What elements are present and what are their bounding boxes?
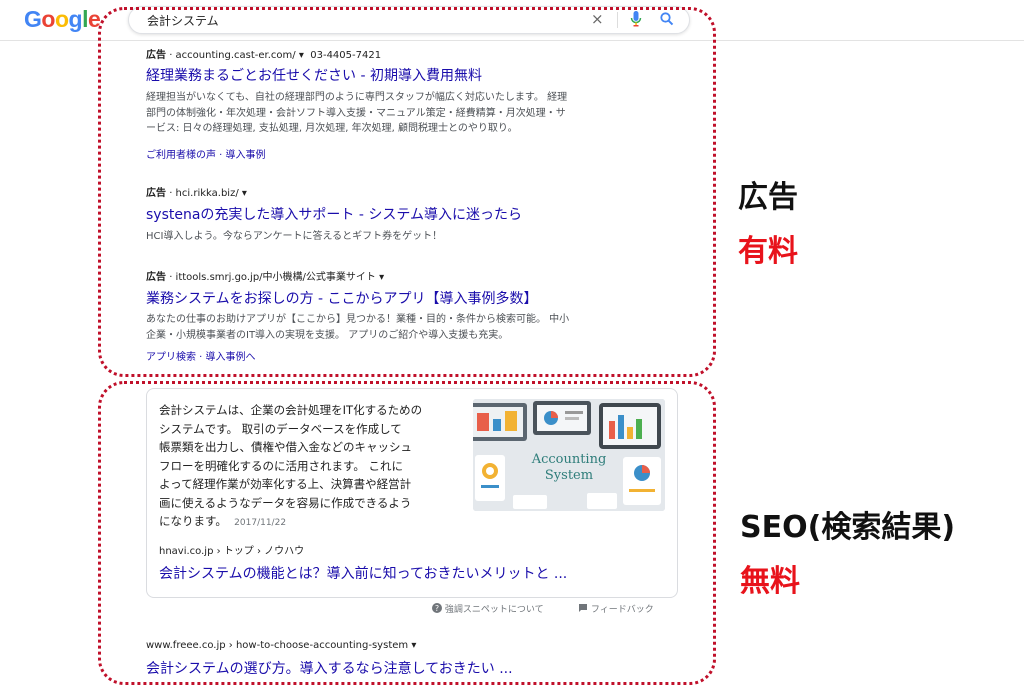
chevron-down-icon[interactable]: ▾	[379, 272, 384, 283]
ad-desc-line: 部門の体制強化・年次処理・会計ソフト導入支援・マニュアル策定・経費精算・月次処理…	[146, 107, 566, 119]
ad-title[interactable]: 経理業務まるごとお任せください - 初期導入費用無料	[146, 65, 482, 85]
chevron-down-icon[interactable]: ▾	[242, 188, 247, 199]
ad-badge: 広告	[146, 50, 166, 61]
google-logo[interactable]: Google	[24, 6, 101, 33]
feedback-icon	[578, 604, 591, 615]
ad-url[interactable]: · accounting.cast-er.com/	[169, 50, 295, 61]
ad-desc-line: HCI導入しよう。今ならアンケートに答えるとギフト券をゲット！	[146, 231, 443, 242]
svg-text:?: ?	[435, 604, 439, 613]
ad-desc-line: 経理担当がいなくても、自社の経理部門のように専門スタッフが幅広く対応いたします。…	[146, 92, 568, 103]
logo-letter: G	[24, 6, 42, 32]
image-caption-line2: System	[545, 468, 593, 483]
ad-desc-line: 企業・小規模事業者のIT導入の実現を支援。 アプリのご紹介や導入支援も充実。	[146, 329, 509, 341]
ad-url[interactable]: · ittools.smrj.go.jp/中小機構/公式事業サイト	[169, 272, 376, 283]
image-caption-line1: Accounting	[531, 452, 607, 467]
snippet-line: 帳票類を出力し、債権や借入金などのキャッシュ	[159, 440, 412, 454]
organic-breadcrumb[interactable]: www.freee.co.jp › how-to-choose-accounti…	[146, 640, 416, 651]
ad-title[interactable]: 業務システムをお探しの方 - ここからアプリ【導入事例多数】	[146, 288, 538, 308]
ad-desc-line: あなたの仕事のお助けアプリが【ここから】見つかる！業種・目的・条件から検索可能。…	[146, 314, 570, 325]
snippet-line: 画に使えるようなデータを容易に作成できるよう	[159, 495, 412, 510]
ad-description: 経理担当がいなくても、自社の経理部門のように専門スタッフが幅広く対応いたします。…	[146, 90, 636, 137]
ad-badge: 広告	[146, 272, 166, 283]
seo-price-label: 無料	[740, 564, 800, 599]
snippet-line: 会計システムは、企業の会計処理をIT化するための	[159, 403, 423, 417]
ad-meta: 広告 · ittools.smrj.go.jp/中小機構/公式事業サイト ▾	[146, 268, 384, 283]
snippet-line: よって経理作業が効率化する上、決算書や経営計	[159, 477, 412, 491]
organic-url[interactable]: www.freee.co.jp › how-to-choose-accounti…	[146, 640, 408, 651]
ad-sitelinks[interactable]: アプリ検索 · 導入事例へ	[146, 348, 256, 363]
seo-heading-label: SEO(検索結果)	[740, 510, 956, 545]
accounting-system-image[interactable]: Accounting System	[473, 399, 665, 511]
logo-letter: o	[41, 6, 55, 32]
organic-title-link[interactable]: 会計システムの選び方。導入するなら注意しておきたい ...	[146, 658, 513, 678]
snippet-line: システムです。 取引のデータベースを作成して	[159, 421, 402, 436]
ad-price-label: 有料	[738, 234, 798, 269]
help-icon: ?	[432, 603, 445, 615]
ad-url[interactable]: · hci.rikka.biz/	[169, 188, 239, 199]
snippet-line: になります。 2017/11/22	[159, 512, 447, 533]
featured-snippet: 会計システムは、企業の会計処理をIT化するための システムです。 取引のデータベ…	[146, 388, 678, 598]
ad-badge: 広告	[146, 188, 166, 199]
snippet-text: 会計システムは、企業の会計処理をIT化するための システムです。 取引のデータベ…	[159, 401, 447, 533]
ad-meta: 広告 · accounting.cast-er.com/ ▾ 03-4405-7…	[146, 46, 381, 61]
snippet-line-end: になります。	[159, 514, 227, 528]
snippet-line: フローを明確化するのに活用されます。 これに	[159, 458, 404, 473]
logo-letter: g	[68, 6, 83, 32]
ad-sitelinks[interactable]: ご利用者様の声 · 導入事例	[146, 146, 266, 161]
ad-title[interactable]: systenaの充実した導入サポート - システム導入に迷ったら	[146, 204, 522, 224]
snippet-date: 2017/11/22	[234, 518, 287, 528]
feedback-link[interactable]: フィードバック	[578, 602, 654, 615]
ad-heading-label: 広告	[738, 180, 798, 215]
snippet-title-link[interactable]: 会計システムの機能とは？導入前に知っておきたいメリットと ...	[159, 563, 567, 583]
ad-description: あなたの仕事のお助けアプリが【ここから】見つかる！業種・目的・条件から検索可能。…	[146, 312, 636, 343]
ad-desc-line: ービス: 日々の経理処理, 支払処理, 月次処理, 年次処理, 顧問税理士とのや…	[146, 123, 518, 134]
ad-phone[interactable]: 03-4405-7421	[310, 50, 381, 61]
snippet-breadcrumb[interactable]: hnavi.co.jp › トップ › ノウハウ	[159, 542, 304, 557]
ad-meta: 広告 · hci.rikka.biz/ ▾	[146, 184, 247, 199]
about-snippets-link[interactable]: ? 強調スニペットについて	[432, 602, 544, 615]
ad-description: HCI導入しよう。今ならアンケートに答えるとギフト券をゲット！	[146, 229, 636, 245]
logo-letter: o	[54, 6, 69, 32]
chevron-down-icon[interactable]: ▾	[299, 50, 304, 61]
about-snippets-label: 強調スニペットについて	[444, 605, 544, 615]
chevron-down-icon[interactable]: ▾	[411, 640, 416, 651]
feedback-label: フィードバック	[590, 605, 654, 615]
